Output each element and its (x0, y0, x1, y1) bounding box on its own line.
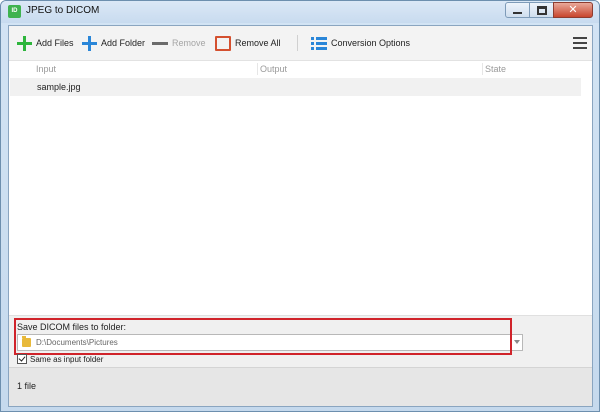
maximize-icon (536, 5, 547, 15)
column-divider (257, 63, 258, 75)
add-files-label: Add Files (36, 38, 74, 48)
toolbar-separator (297, 35, 298, 51)
add-folder-label: Add Folder (101, 38, 146, 48)
app-icon: ID (8, 5, 21, 18)
add-folder-button[interactable]: Add Folder (82, 26, 145, 60)
conversion-options-label: Conversion Options (331, 38, 411, 48)
toolbar: Add Files Add Folder Remove Remove All C… (9, 26, 592, 61)
list-header: Input Output State (9, 61, 584, 77)
minimize-button[interactable] (505, 2, 530, 18)
column-header-state[interactable]: State (485, 64, 506, 74)
remove-label: Remove (172, 38, 206, 48)
checkmark-icon (18, 354, 26, 362)
same-as-input-checkbox[interactable] (17, 354, 27, 364)
close-icon: ✕ (568, 3, 578, 16)
remove-all-label: Remove All (235, 38, 281, 48)
conversion-options-button[interactable]: Conversion Options (311, 26, 410, 60)
file-count: 1 file (17, 381, 37, 391)
column-header-input[interactable]: Input (36, 64, 56, 74)
remove-all-button[interactable]: Remove All (215, 26, 281, 60)
maximize-button[interactable] (529, 2, 554, 18)
output-folder-combo[interactable]: D:\Documents\Pictures (17, 334, 523, 351)
save-section: Save DICOM files to folder: D:\Documents… (9, 315, 592, 368)
same-as-input-option[interactable]: Same as input folder (17, 354, 103, 364)
app-window: ID JPEG to DICOM ✕ Add Files Add Folder (0, 0, 600, 412)
folder-icon (22, 336, 31, 347)
menu-icon (573, 37, 587, 39)
file-input-cell: sample.jpg (37, 82, 81, 92)
minimize-icon (513, 11, 522, 14)
chevron-down-icon[interactable] (514, 340, 520, 344)
title-bar[interactable]: ID JPEG to DICOM ✕ (1, 1, 599, 23)
column-header-output[interactable]: Output (260, 64, 287, 74)
remove-all-icon (215, 35, 231, 51)
column-divider (482, 63, 483, 75)
save-folder-label: Save DICOM files to folder: (17, 322, 127, 332)
remove-icon (152, 41, 168, 45)
file-row[interactable]: sample.jpg (10, 78, 581, 96)
menu-button[interactable] (573, 37, 587, 49)
add-files-button[interactable]: Add Files (17, 26, 74, 60)
file-list[interactable]: Input Output State sample.jpg (9, 61, 592, 315)
remove-button[interactable]: Remove (152, 26, 206, 60)
close-button[interactable]: ✕ (553, 2, 593, 18)
list-icon (311, 36, 327, 50)
output-folder-path: D:\Documents\Pictures (36, 338, 118, 347)
client-area: Add Files Add Folder Remove Remove All C… (8, 25, 593, 407)
add-folder-icon (82, 35, 97, 51)
window-controls: ✕ (505, 2, 593, 18)
window-title: JPEG to DICOM (26, 5, 100, 16)
add-files-icon (17, 35, 32, 51)
status-bar: 1 file (9, 367, 592, 406)
same-as-input-label: Same as input folder (30, 354, 104, 364)
